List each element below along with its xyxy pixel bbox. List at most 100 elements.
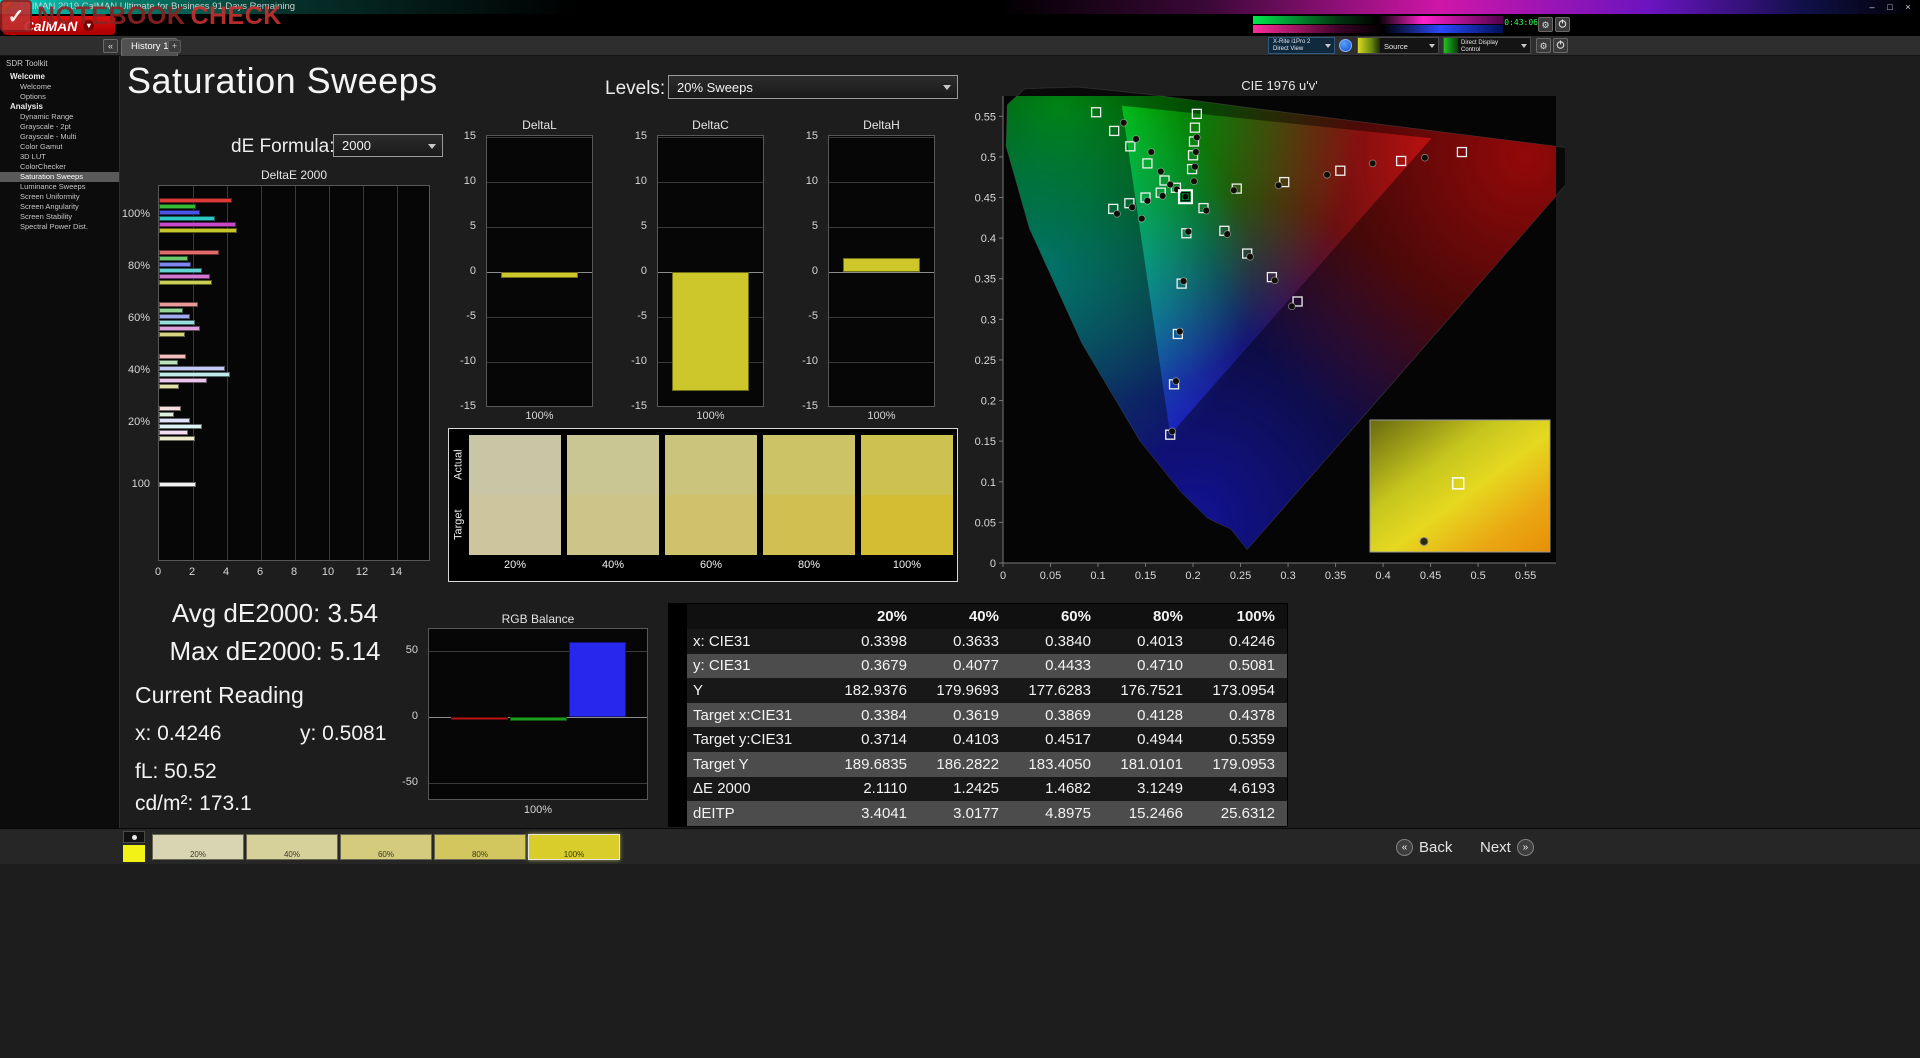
y-tick-label: 0 — [469, 265, 476, 277]
sidebar-item-3d-lut[interactable]: 3D LUT — [0, 152, 119, 162]
current-reading-label: Current Reading — [135, 682, 304, 708]
x-tick-label: 10 — [321, 566, 335, 578]
avg-de2000-stat: Avg dE2000: 3.54 — [171, 598, 379, 628]
sidebar-item-grayscale-2pt[interactable]: Grayscale - 2pt — [0, 122, 119, 132]
table-value: 0.4246 — [1229, 632, 1275, 650]
de-bar — [159, 482, 197, 487]
delta-l-chart[interactable] — [486, 135, 593, 407]
footer-swatch-20[interactable]: 20% — [152, 834, 244, 860]
footer-swatch-label: 40% — [283, 850, 300, 859]
cie-1976-diagram[interactable]: 0 0.05 0.1 0.15 0.2 0.25 0.3 0.35 0.4 0.45 0.5 0.55… — [965, 84, 1565, 584]
x-tick-label: 0.2 — [1185, 570, 1200, 582]
sidebar-section-welcome[interactable]: Welcome — [0, 72, 119, 82]
footer-swatch-100[interactable]: 100% — [528, 834, 620, 860]
de-bar — [159, 320, 195, 325]
sidebar-item-colorchecker[interactable]: ColorChecker — [0, 162, 119, 172]
x-tick-label: 0.4 — [1375, 570, 1390, 582]
toolbar-power-icon[interactable] — [1553, 38, 1568, 53]
de-bar — [159, 216, 216, 221]
target-row-label: Target — [452, 509, 465, 541]
y-tick-label: 0.55 — [975, 111, 996, 123]
delta-c-chart[interactable] — [657, 135, 764, 407]
gridline — [658, 182, 763, 183]
row-notch — [669, 653, 687, 679]
measured-point — [1323, 170, 1331, 179]
sidebar-item-screen-stability[interactable]: Screen Stability — [0, 212, 119, 222]
actual-swatch-100 — [861, 435, 953, 495]
row-label: Target x:CIE31 — [693, 706, 793, 724]
footer-swatch-40[interactable]: 40% — [246, 834, 338, 860]
delta-c-y-axis: 15 10 5 0 -5 -10 -15 — [619, 130, 651, 412]
sidebar-collapse-button[interactable]: « — [103, 39, 118, 53]
table-value: 3.1249 — [1137, 780, 1183, 798]
sidebar-item-saturation-sweeps[interactable]: Saturation Sweeps — [0, 172, 119, 182]
deltae-chart[interactable] — [158, 185, 430, 561]
levels-select[interactable]: 20% Sweeps — [668, 75, 958, 99]
sidebar-item-welcome[interactable]: Welcome — [0, 82, 119, 92]
y-tick-label: 10 — [805, 175, 818, 187]
new-tab-button[interactable]: + — [168, 40, 181, 53]
preview-eye-icon[interactable] — [123, 831, 145, 843]
target-swatch-100 — [861, 495, 953, 555]
rgb-balance-panel: RGB Balance 50 0 -50 100% — [390, 612, 652, 824]
meter-selector[interactable]: X-Rite i1Pro 2 Direct View — [1268, 37, 1335, 54]
footer-swatch-label: 100% — [563, 850, 585, 859]
table-col-60: 60% — [1060, 608, 1091, 625]
x-tick-label: 2 — [188, 566, 196, 578]
sidebar-item-spectral-power-dist[interactable]: Spectral Power Dist. — [0, 222, 119, 232]
sidebar-item-screen-uniformity[interactable]: Screen Uniformity — [0, 192, 119, 202]
table-value: 0.4077 — [953, 657, 999, 675]
measured-point — [1158, 192, 1167, 200]
toolbar-gear-icon[interactable]: ⚙ — [1536, 38, 1551, 53]
next-arrow-icon: » — [1516, 838, 1534, 856]
measured-point — [1143, 196, 1152, 205]
x-tick-label: 0.35 — [1325, 570, 1346, 582]
back-button[interactable]: « Back — [1396, 835, 1452, 859]
delta-h-chart[interactable] — [828, 135, 935, 407]
de-bar — [159, 262, 192, 267]
table-value: 1.4682 — [1045, 780, 1091, 798]
chevron-down-icon — [1429, 43, 1435, 48]
measured-point — [1190, 177, 1198, 186]
y-tick-label: 0 — [811, 265, 818, 277]
sidebar-item-luminance-sweeps[interactable]: Luminance Sweeps — [0, 182, 119, 192]
y-tick-label: 5 — [640, 220, 647, 232]
row-label: Target y:CIE31 — [693, 731, 793, 749]
y-tick-label: 15 — [463, 130, 476, 142]
sidebar-item-dynamic-range[interactable]: Dynamic Range — [0, 112, 119, 122]
x-tick-label: 0.15 — [1135, 570, 1156, 582]
sidebar-section-analysis[interactable]: Analysis — [0, 102, 119, 112]
table-value: 182.9376 — [844, 681, 907, 699]
display-control-selector[interactable]: Direct Display Control — [1443, 37, 1531, 54]
delta-h-title: DeltaH — [863, 118, 900, 132]
rgb-balance-chart[interactable] — [428, 628, 648, 800]
de-bar — [159, 332, 185, 337]
next-button[interactable]: Next » — [1480, 835, 1534, 859]
de-bar — [159, 424, 202, 429]
de-formula-select[interactable]: 2000 — [333, 134, 443, 157]
y-tick-label: 0 — [411, 710, 418, 722]
levels-value: 20% Sweeps — [677, 79, 753, 95]
footer-swatch-60[interactable]: 60% — [340, 834, 432, 860]
gridline — [487, 317, 592, 318]
source-selector[interactable]: Source — [1357, 37, 1439, 54]
de-bar — [159, 280, 212, 285]
table-value: 0.3384 — [861, 706, 907, 724]
table-value: 4.8975 — [1045, 804, 1091, 822]
sidebar-tree: Welcome Welcome Options Analysis Dynamic Ran… — [0, 72, 119, 232]
de-bar — [159, 308, 183, 313]
max-de2000-stat: Max dE2000: 5.14 — [169, 636, 381, 666]
y-tick-label: 0 — [640, 265, 647, 277]
current-y-stat: y: 0.5081 — [300, 722, 387, 745]
footer-swatch-80[interactable]: 80% — [434, 834, 526, 860]
table-value: 186.2822 — [936, 755, 999, 773]
delta-l-title: DeltaL — [522, 118, 557, 132]
sidebar-item-grayscale-multi[interactable]: Grayscale - Multi — [0, 132, 119, 142]
watermark-text-2: CHECK — [190, 1, 282, 30]
sidebar-item-options[interactable]: Options — [0, 92, 119, 102]
de-bar — [159, 354, 187, 359]
de-bar — [159, 360, 178, 365]
sidebar-item-color-gamut[interactable]: Color Gamut — [0, 142, 119, 152]
rgb-bar-red — [451, 717, 508, 720]
sidebar-item-screen-angularity[interactable]: Screen Angularity — [0, 202, 119, 212]
